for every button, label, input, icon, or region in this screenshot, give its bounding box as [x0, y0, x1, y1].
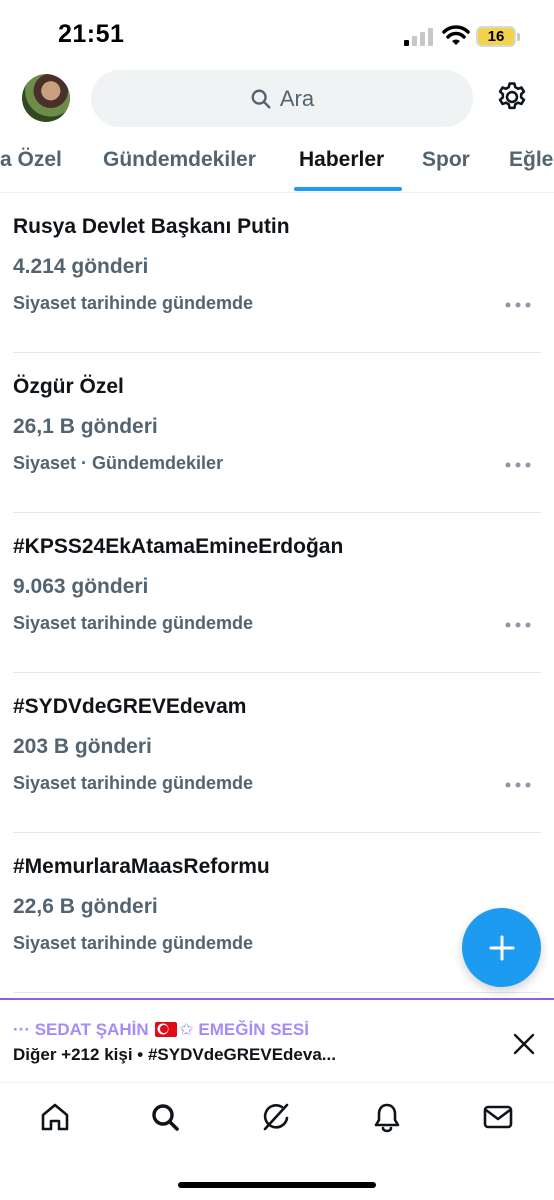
divider: [13, 992, 541, 993]
trend-context: Siyaset tarihinde gündemde: [13, 773, 254, 793]
trend-item[interactable]: #SYDVdeGREVEdevam 203 B gönderi Siyaset …: [0, 673, 554, 833]
tab-eglence[interactable]: Eğle: [509, 148, 553, 172]
profile-avatar[interactable]: [22, 74, 70, 122]
more-options-icon[interactable]: [504, 461, 532, 469]
wifi-icon: [442, 25, 470, 45]
battery-nub: [517, 33, 520, 41]
grok-icon[interactable]: [260, 1101, 292, 1133]
more-options-icon[interactable]: [504, 781, 532, 789]
plus-icon: [489, 935, 514, 960]
status-bar: 21:51 16: [0, 0, 554, 70]
battery-indicator: 16: [476, 26, 516, 47]
trend-item[interactable]: #KPSS24EkAtamaEmineErdoğan 9.063 gönderi…: [0, 513, 554, 673]
trend-post-count: 9.063 gönderi: [13, 575, 149, 598]
messages-icon[interactable]: [482, 1101, 514, 1133]
status-time: 21:51: [58, 20, 125, 48]
tab-gundemdekiler[interactable]: Gündemdekiler: [103, 148, 256, 172]
more-options-icon[interactable]: [504, 301, 532, 309]
search-placeholder: Ara: [279, 85, 315, 111]
turkey-flag-icon: [155, 1022, 178, 1037]
tab-ozel[interactable]: a Özel: [0, 148, 62, 172]
tab-spor[interactable]: Spor: [422, 148, 470, 172]
trend-item[interactable]: Özgür Özel 26,1 B gönderi Siyaset · Günd…: [0, 353, 554, 513]
banner-participants: Diğer +212 kişi • #SYDVdeGREVEdeva...: [13, 1045, 336, 1064]
tab-haberler[interactable]: Haberler: [299, 148, 384, 172]
trend-item[interactable]: Rusya Devlet Başkanı Putin 4.214 gönderi…: [0, 193, 554, 353]
active-tab-indicator: [294, 187, 402, 191]
trend-post-count: 26,1 B gönderi: [13, 415, 158, 438]
search-icon: [251, 89, 271, 108]
home-icon[interactable]: [39, 1101, 71, 1133]
signal-icon: [404, 28, 433, 46]
trend-post-count: 203 B gönderi: [13, 735, 152, 758]
search-icon[interactable]: [149, 1101, 181, 1133]
trend-post-count: 4.214 gönderi: [13, 255, 149, 278]
explore-tabs: a Özel Gündemdekiler Haberler Spor Eğle: [0, 128, 554, 193]
search-input[interactable]: Ara: [91, 70, 473, 127]
banner-space-title: EMEĞİN SESİ: [198, 1020, 309, 1039]
trend-title: Özgür Özel: [13, 375, 124, 398]
trend-context: Siyaset tarihinde gündemde: [13, 613, 254, 633]
trend-context: Siyaset · Gündemdekiler: [13, 453, 224, 473]
settings-gear-icon[interactable]: [495, 80, 529, 114]
trend-title: #SYDVdeGREVEdevam: [13, 695, 247, 718]
compose-post-button[interactable]: [462, 908, 541, 987]
close-icon[interactable]: [512, 1032, 536, 1056]
trend-context: Siyaset tarihinde gündemde: [13, 933, 254, 953]
trend-context: Siyaset tarihinde gündemde: [13, 293, 254, 313]
trend-title: #KPSS24EkAtamaEmineErdoğan: [13, 535, 344, 558]
trend-title: #MemurlaraMaasReformu: [13, 855, 270, 878]
banner-host-name: ··· SEDAT ŞAHİN: [13, 1020, 149, 1039]
trend-title: Rusya Devlet Başkanı Putin: [13, 215, 290, 238]
more-options-icon[interactable]: [504, 621, 532, 629]
spaces-banner[interactable]: ··· SEDAT ŞAHİN ✩ EMEĞİN SESİ Diğer +212…: [0, 998, 554, 1080]
banner-host-line: ··· SEDAT ŞAHİN ✩ EMEĞİN SESİ: [13, 1020, 309, 1040]
home-indicator: [178, 1182, 376, 1188]
star-icon: ✩: [179, 1020, 194, 1039]
trend-post-count: 22,6 B gönderi: [13, 895, 158, 918]
notifications-icon[interactable]: [371, 1101, 403, 1133]
